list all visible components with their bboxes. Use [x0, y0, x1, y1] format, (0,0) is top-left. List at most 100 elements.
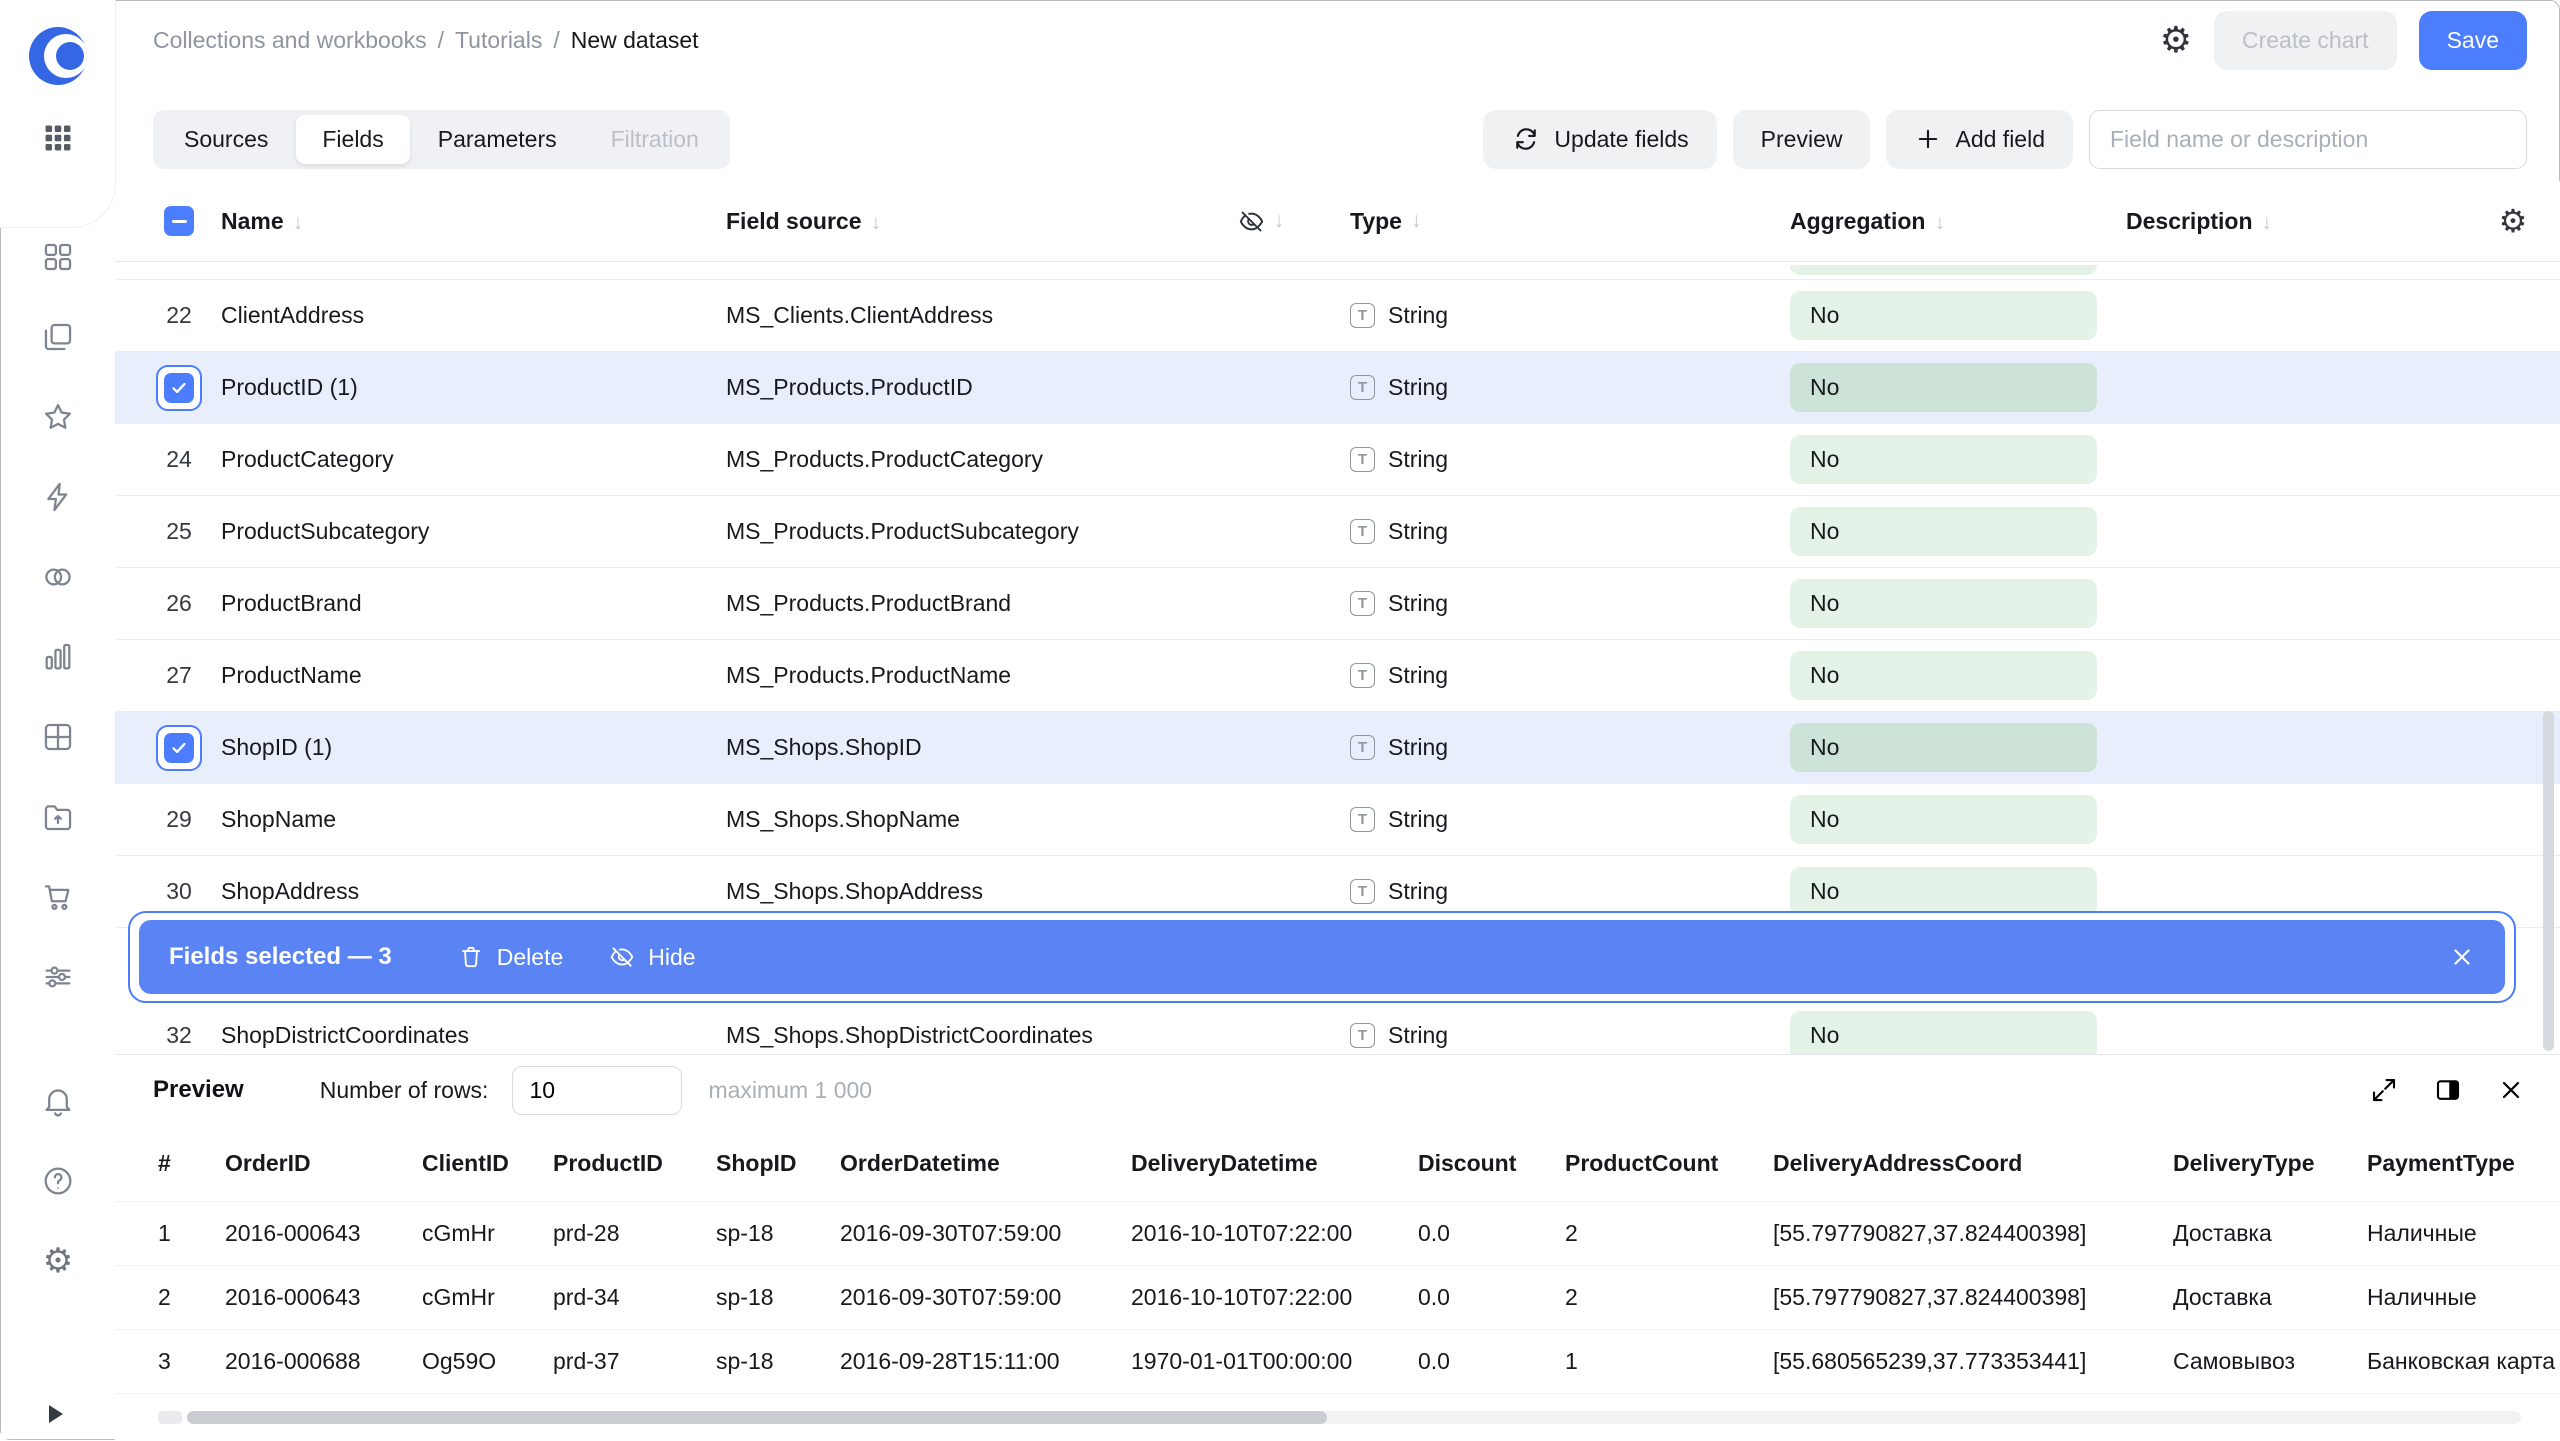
- aggregation-select[interactable]: No: [1790, 291, 2097, 340]
- close-preview-icon[interactable]: [2497, 1076, 2525, 1104]
- preview-cell: sp-18: [716, 1284, 840, 1311]
- aggregation-select[interactable]: No: [1790, 507, 2097, 556]
- preview-button[interactable]: Preview: [1733, 110, 1871, 169]
- preview-cell: Доставка: [2173, 1220, 2367, 1247]
- breadcrumb-collections[interactable]: Collections and workbooks: [153, 27, 427, 53]
- field-row[interactable]: 25 ProductSubcategory MS_Products.Produc…: [115, 496, 2560, 568]
- field-row[interactable]: 32 ShopDistrictCoordinates MS_Shops.Shop…: [115, 1000, 2560, 1054]
- row-index: 27: [166, 662, 192, 689]
- preview-column-header: DeliveryAddressCoord: [1773, 1150, 2173, 1177]
- field-source: MS_Products.ProductSubcategory: [726, 518, 1186, 545]
- row-index: 32: [166, 1022, 192, 1049]
- string-type-icon: T: [1350, 447, 1375, 472]
- fields-vertical-scrollbar[interactable]: [2543, 711, 2554, 1051]
- expand-sidebar-icon[interactable]: [49, 1405, 63, 1423]
- preview-cell: 3: [158, 1348, 225, 1375]
- preview-cell: 2016-09-30T07:59:00: [840, 1284, 1131, 1311]
- breadcrumb-tutorials[interactable]: Tutorials: [455, 27, 542, 53]
- preview-horizontal-scrollbar[interactable]: [187, 1411, 2521, 1424]
- field-row[interactable]: 24 ProductCategory MS_Products.ProductCa…: [115, 424, 2560, 496]
- preview-table-header: #OrderIDClientIDProductIDShopIDOrderDate…: [115, 1125, 2560, 1202]
- tab-fields[interactable]: Fields: [296, 115, 409, 164]
- table-settings-gear-icon[interactable]: ⚙: [2499, 205, 2528, 237]
- relations-circles-icon[interactable]: [30, 549, 86, 605]
- services-sliders-icon[interactable]: [30, 949, 86, 1005]
- expand-preview-icon[interactable]: [2369, 1075, 2399, 1105]
- help-icon[interactable]: [30, 1153, 86, 1209]
- breadcrumb: Collections and workbooks/Tutorials/New …: [153, 27, 699, 54]
- string-type-icon: T: [1350, 303, 1375, 328]
- field-source: MS_Products.ProductName: [726, 662, 1186, 689]
- field-row[interactable]: ProductID (1) MS_Products.ProductID T St…: [115, 352, 2560, 424]
- preview-row: 32016-000688Og59Oprd-37sp-182016-09-28T1…: [115, 1330, 2560, 1394]
- column-header-name[interactable]: Name↓: [221, 208, 726, 235]
- datasets-grid-icon[interactable]: [30, 709, 86, 765]
- field-type-label: String: [1388, 1022, 1448, 1049]
- tab-parameters[interactable]: Parameters: [412, 115, 583, 164]
- save-button[interactable]: Save: [2419, 11, 2527, 70]
- field-row[interactable]: 27 ProductName MS_Products.ProductName T…: [115, 640, 2560, 712]
- field-type-label: String: [1388, 446, 1448, 473]
- field-source: MS_Products.ProductID: [726, 374, 1186, 401]
- datalens-logo[interactable]: [29, 27, 87, 85]
- field-name: ShopAddress: [221, 878, 726, 905]
- dashboards-icon[interactable]: [30, 229, 86, 285]
- column-header-aggregation[interactable]: Aggregation↓: [1776, 208, 2126, 235]
- row-checkbox[interactable]: [156, 725, 202, 771]
- select-all-checkbox[interactable]: [164, 206, 194, 236]
- rows-count-input[interactable]: [512, 1066, 682, 1115]
- horizontal-scrollbar-thumb[interactable]: [187, 1411, 1327, 1424]
- aggregation-select[interactable]: No: [1790, 651, 2097, 700]
- aggregation-select[interactable]: No: [1790, 795, 2097, 844]
- preview-cell: 1: [1565, 1348, 1773, 1375]
- expand-icon: [2369, 1075, 2399, 1105]
- tab-sources[interactable]: Sources: [158, 115, 294, 164]
- settings-gear-icon[interactable]: ⚙: [30, 1233, 86, 1289]
- charts-icon[interactable]: [30, 629, 86, 685]
- aggregation-select[interactable]: No: [1790, 579, 2097, 628]
- aggregation-select[interactable]: No: [1790, 1011, 2097, 1054]
- hide-selected-button[interactable]: Hide: [609, 944, 695, 971]
- create-chart-button[interactable]: Create chart: [2214, 11, 2397, 70]
- marketplace-cart-icon[interactable]: [30, 869, 86, 925]
- aggregation-select[interactable]: No: [1790, 723, 2097, 772]
- field-row[interactable]: 29 ShopName MS_Shops.ShopName T String N…: [115, 784, 2560, 856]
- collections-icon[interactable]: [30, 309, 86, 365]
- connections-lightning-icon[interactable]: [30, 469, 86, 525]
- breadcrumb-separator: /: [438, 27, 444, 53]
- storage-folder-icon[interactable]: [30, 789, 86, 845]
- field-aggregation-cell: No: [1776, 579, 2126, 628]
- field-search-input[interactable]: [2089, 110, 2527, 169]
- preview-column-header: ShopID: [716, 1150, 840, 1177]
- column-header-description[interactable]: Description↓: [2126, 208, 2465, 235]
- sidebar: ⚙: [1, 1, 115, 1439]
- panel-split-icon: [2433, 1075, 2463, 1105]
- field-row[interactable]: ShopID (1) MS_Shops.ShopID T String No: [115, 712, 2560, 784]
- preview-header: Preview Number of rows: maximum 1 000: [115, 1055, 2560, 1125]
- notifications-bell-icon[interactable]: [30, 1073, 86, 1129]
- sidebar-nav: [1, 229, 115, 1005]
- string-type-icon: T: [1350, 375, 1375, 400]
- delete-selected-button[interactable]: Delete: [458, 944, 563, 971]
- preview-cell: [55.797790827,37.824400398]: [1773, 1220, 2173, 1247]
- aggregation-select[interactable]: No: [1790, 363, 2097, 412]
- column-header-hidden[interactable]: ↓: [1186, 208, 1336, 235]
- split-view-icon[interactable]: [2433, 1075, 2463, 1105]
- field-row[interactable]: 22 ClientAddress MS_Clients.ClientAddres…: [115, 280, 2560, 352]
- preview-cell: prd-28: [553, 1220, 716, 1247]
- close-selection-toolbar-icon[interactable]: [2449, 944, 2475, 970]
- delete-label: Delete: [497, 944, 563, 971]
- aggregation-select[interactable]: No: [1790, 867, 2097, 916]
- favorites-star-icon[interactable]: [30, 389, 86, 445]
- aggregation-select[interactable]: No: [1790, 435, 2097, 484]
- row-checkbox[interactable]: [156, 365, 202, 411]
- preview-column-header: ClientID: [422, 1150, 553, 1177]
- column-header-field-source[interactable]: Field source↓: [726, 208, 1186, 235]
- preview-cell: Наличные: [2367, 1220, 2557, 1247]
- column-header-type[interactable]: Type↓: [1336, 208, 1776, 235]
- add-field-button[interactable]: Add field: [1886, 110, 2073, 169]
- update-fields-button[interactable]: Update fields: [1483, 110, 1716, 169]
- dataset-settings-gear-icon[interactable]: ⚙: [2160, 22, 2192, 58]
- apps-grid-icon[interactable]: [41, 121, 75, 155]
- field-row[interactable]: 26 ProductBrand MS_Products.ProductBrand…: [115, 568, 2560, 640]
